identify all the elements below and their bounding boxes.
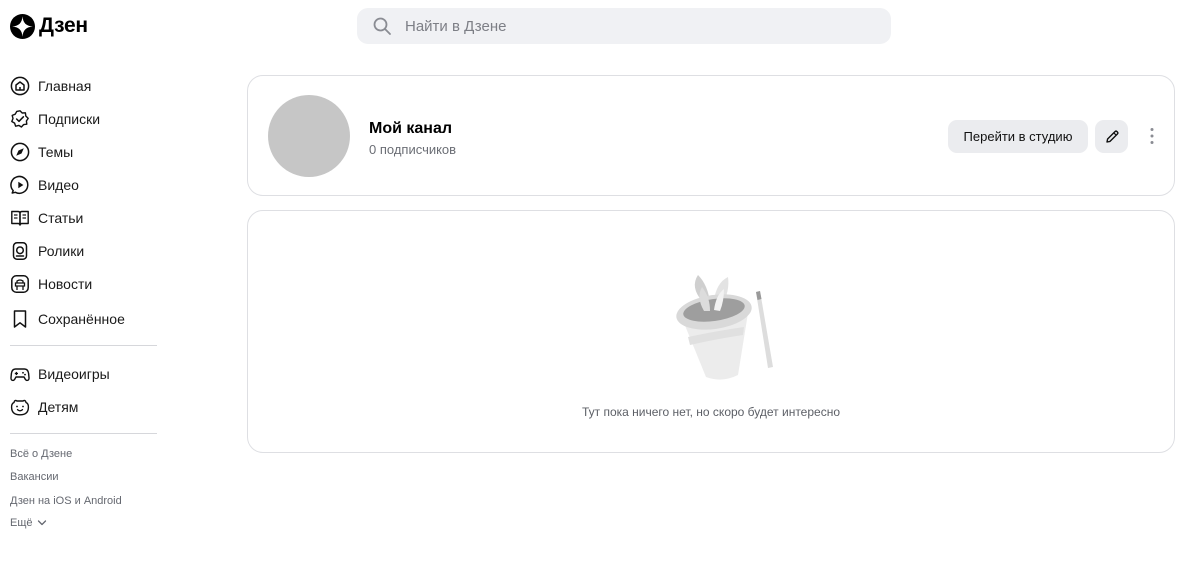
magic-hat-icon [676,275,773,380]
sidebar-item-home[interactable]: Главная [10,72,156,100]
sidebar-item-topics[interactable]: Темы [10,138,156,166]
shorts-icon [12,242,28,260]
dzen-logo[interactable]: Дзен [10,13,88,39]
footer-link-about[interactable]: Всё о Дзене [10,448,72,460]
subscriptions-icon [11,110,29,128]
footer-link-jobs[interactable]: Вакансии [10,471,59,483]
sidebar-item-saved[interactable]: Сохранённое [10,305,156,333]
sidebar-item-label: Подписки [38,111,101,127]
sidebar-item-label: Видео [38,177,79,193]
sidebar-item-label: Статьи [38,210,84,226]
video-play-icon [10,175,29,195]
pencil-icon [1105,129,1119,143]
footer-link-apps[interactable]: Дзен на iOS и Android [10,495,122,507]
sidebar-item-videogames[interactable]: Видеоигры [10,360,156,388]
sidebar-divider [10,345,157,346]
footer-more-button[interactable]: Ещё [10,517,47,529]
sidebar-item-articles[interactable]: Статьи [10,204,156,232]
subscriber-count: 0 подписчиков [369,142,457,157]
sidebar-item-label: Детям [38,399,79,415]
more-options-button[interactable] [1144,122,1160,150]
gamepad-icon [10,368,30,382]
sidebar-item-kids[interactable]: Детям [10,393,156,421]
sidebar-item-shorts[interactable]: Ролики [10,237,156,265]
sidebar-item-subscriptions[interactable]: Подписки [10,105,156,133]
search-bar[interactable] [357,8,891,44]
sidebar-item-label: Видеоигры [38,366,110,382]
more-vertical-icon [1150,128,1154,144]
home-icon [10,76,30,96]
sidebar-item-label: Сохранённое [38,311,125,327]
dzen-logo-icon [10,13,35,39]
sidebar-item-label: Новости [38,276,93,292]
avatar[interactable] [268,95,350,177]
logo-text: Дзен [39,14,88,37]
sidebar-item-label: Ролики [38,243,85,259]
empty-feed-card: Тут пока ничего нет, но скоро будет инте… [247,210,1175,453]
search-icon [373,17,391,35]
edit-channel-button[interactable] [1095,120,1128,153]
sidebar-item-news[interactable]: Новости [10,270,156,298]
empty-state-text: Тут пока ничего нет, но скоро будет инте… [582,405,840,419]
sidebar-item-video[interactable]: Видео [10,171,156,199]
bookmark-icon [13,310,27,328]
chevron-down-icon [37,520,46,526]
sidebar-divider [10,433,157,434]
channel-card: Мой канал 0 подписчиков Перейти в студию [247,75,1175,196]
footer-more-label: Ещё [10,517,33,529]
sidebar-item-label: Главная [38,78,92,94]
compass-icon [10,142,30,162]
news-icon [11,275,29,293]
channel-name: Мой канал [369,120,453,137]
sidebar-item-label: Темы [38,144,74,160]
bear-icon [10,399,30,416]
go-to-studio-button[interactable]: Перейти в студию [948,120,1088,153]
book-icon [11,210,29,226]
search-input[interactable] [405,17,865,35]
